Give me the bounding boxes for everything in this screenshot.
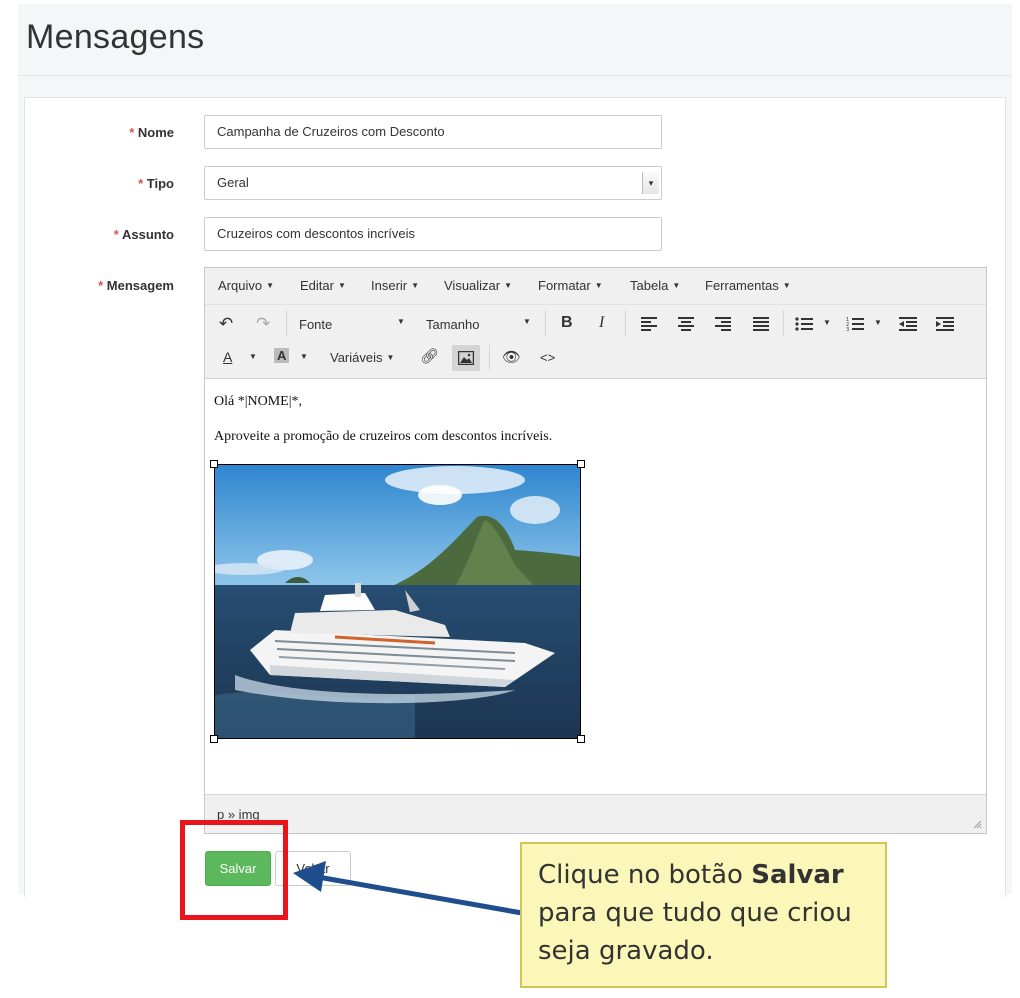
callout-text-bold: Salvar bbox=[751, 860, 844, 890]
callout-text-before: Clique no botão bbox=[538, 860, 752, 890]
callout-text-after: para que tudo que criou seja gravado. bbox=[538, 898, 852, 966]
instruction-callout: Clique no botão Salvar para que tudo que… bbox=[520, 842, 887, 988]
